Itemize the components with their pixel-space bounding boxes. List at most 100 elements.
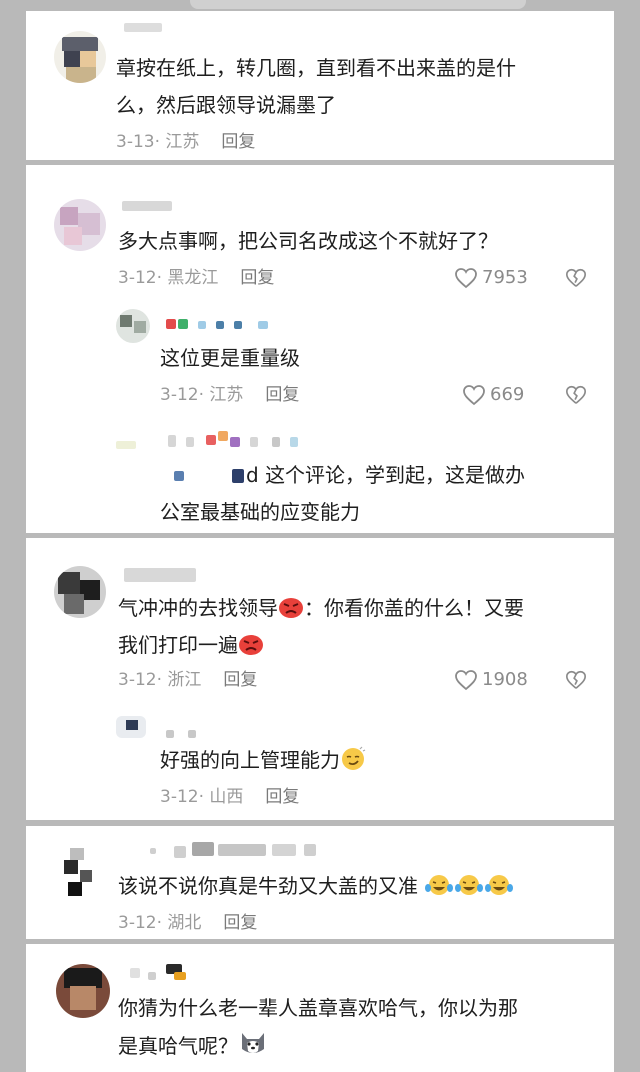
username-blurred [166, 730, 174, 738]
like-button[interactable]: 7953 [454, 267, 528, 289]
username-blurred [192, 842, 214, 856]
comment-date: 3-12 [118, 913, 157, 933]
comment-text-line: 我们打印一遍 [118, 627, 264, 664]
comment-text-segment: ：你看你盖的什么！又要 [304, 596, 524, 620]
reply-avatar[interactable] [116, 309, 150, 343]
like-count: 669 [490, 384, 525, 405]
reply-avatar[interactable] [116, 716, 146, 738]
angry-face-emoji [279, 598, 303, 618]
comment-location: 江苏 [209, 385, 244, 405]
broken-heart-icon[interactable] [565, 384, 587, 406]
comment-meta: 3-12· 浙江 回复 [118, 670, 258, 690]
username-blurred [218, 844, 266, 856]
comment-card-4: 该说不说你真是牛劲又大盖的又准 3-12· 湖北 回复 [26, 826, 614, 939]
username-blurred [148, 972, 156, 980]
comment-location: 湖北 [167, 913, 202, 933]
comment-card-3: 气冲冲的去找领导 ：你看你盖的什么！又要 我们打印一遍 3-12· 浙江 回复 19… [26, 538, 614, 820]
comment-location: 黑龙江 [167, 268, 219, 288]
username-blurred [174, 846, 186, 858]
username-blurred [168, 435, 176, 447]
username-blurred [198, 321, 206, 329]
broken-heart-icon[interactable] [565, 267, 587, 289]
avatar[interactable] [54, 848, 98, 900]
comment-date: 3-12 [160, 787, 199, 807]
comment-meta: 3-13· 江苏 回复 [116, 132, 256, 152]
comment-meta: 3-12· 湖北 回复 [118, 913, 258, 933]
screenshot-top-bar [190, 0, 526, 9]
avatar[interactable] [54, 566, 106, 618]
smug-face-emoji [342, 746, 366, 770]
comment-card-5: 你猜为什么老一辈人盖章喜欢哈气，你以为那 是真哈气呢？ [26, 944, 614, 1072]
username-blurred [124, 568, 196, 582]
comment-text-line: 气冲冲的去找领导 ：你看你盖的什么！又要 [118, 590, 524, 627]
username-blurred [272, 437, 280, 447]
username-blurred [304, 844, 316, 856]
reply-button[interactable]: 回复 [265, 385, 299, 405]
username-blurred [258, 321, 268, 329]
tears-of-joy-emoji [424, 874, 514, 898]
comment-text-line: 你猜为什么老一辈人盖章喜欢哈气，你以为那 [118, 996, 518, 1020]
reply-button[interactable]: 回复 [240, 268, 274, 288]
comment-card-1: 章按在纸上，转几圈，直到看不出来盖的是什 么，然后跟领导说漏墨了 3-13· 江… [26, 11, 614, 160]
comment-location: 江苏 [165, 132, 200, 152]
username-blurred [122, 201, 172, 211]
heart-outline-icon [463, 385, 485, 406]
comment-text-segment: 该说不说你真是牛劲又大盖的又准 [118, 874, 418, 898]
username-blurred [234, 321, 242, 329]
comment-date: 3-12 [160, 385, 199, 405]
heart-outline-icon [455, 670, 477, 691]
username-blurred [216, 321, 224, 329]
reply-meta: 3-12· 山西 回复 [160, 787, 300, 807]
comment-text-segment: 气冲冲的去找领导 [118, 596, 278, 620]
reply-button[interactable]: 回复 [223, 913, 257, 933]
comment-text: 该说不说你真是牛劲又大盖的又准 [118, 868, 514, 905]
reply-text: 好强的向上管理能力 [160, 742, 366, 779]
username-blurred [218, 431, 228, 441]
husky-dog-emoji [242, 1033, 264, 1053]
mention-blurred [174, 471, 184, 481]
username-blurred [250, 437, 258, 447]
heart-outline-icon [455, 268, 477, 289]
comment-date: 3-12 [118, 268, 157, 288]
like-count: 1908 [482, 669, 528, 690]
avatar[interactable] [56, 964, 110, 1018]
comment-date: 3-13 [116, 132, 155, 152]
avatar-blurred [116, 441, 136, 449]
like-button[interactable]: 1908 [454, 669, 528, 691]
avatar[interactable] [54, 31, 106, 83]
broken-heart-icon[interactable] [565, 669, 587, 691]
username-blurred [206, 435, 216, 445]
reply-text-segment: 好强的向上管理能力 [160, 748, 340, 772]
avatar[interactable] [54, 199, 106, 251]
reply-text-line: d 这个评论，学到起，这是做办 [246, 457, 525, 494]
username-blurred [290, 437, 298, 447]
reply-text-line: 公室最基础的应变能力 [160, 500, 360, 524]
username-blurred [230, 437, 240, 447]
comment-text-segment: 是真哈气呢？ [118, 1034, 238, 1058]
comment-text-line: 是真哈气呢？ [118, 1028, 268, 1065]
username-blurred [166, 319, 176, 329]
username-blurred [186, 437, 194, 447]
comment-card-2: 多大点事啊，把公司名改成这个不就好了？ 3-12· 黑龙江 回复 7953 这位更… [26, 165, 614, 533]
reply-text: 这位更是重量级 [160, 346, 300, 370]
comment-location: 山西 [209, 787, 244, 807]
comment-text-line: 么，然后跟领导说漏墨了 [116, 93, 336, 117]
reply-button[interactable]: 回复 [265, 787, 299, 807]
mention-suffix: d [246, 463, 259, 487]
username-blurred [188, 730, 196, 738]
reply-button[interactable]: 回复 [223, 670, 257, 690]
mention-blurred [232, 469, 244, 483]
comment-text-segment: 我们打印一遍 [118, 633, 238, 657]
comment-location: 浙江 [167, 670, 202, 690]
username-blurred [174, 972, 186, 980]
comment-text-line: 章按在纸上，转几圈，直到看不出来盖的是什 [116, 56, 516, 80]
angry-face-emoji [239, 635, 263, 655]
reply-button[interactable]: 回复 [221, 132, 255, 152]
like-count: 7953 [482, 267, 528, 288]
like-button[interactable]: 669 [462, 384, 524, 406]
comment-meta: 3-12· 黑龙江 回复 [118, 268, 275, 288]
comment-date: 3-12 [118, 670, 157, 690]
username-blurred [178, 319, 188, 329]
reply-meta: 3-12· 江苏 回复 [160, 385, 300, 405]
username-blurred [124, 23, 162, 32]
